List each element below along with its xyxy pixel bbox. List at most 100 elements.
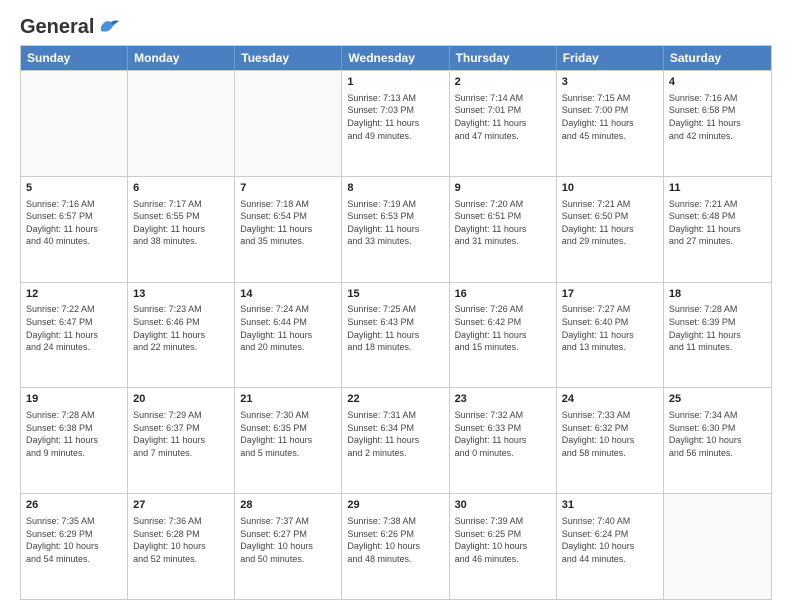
day-number: 25 [669,392,766,407]
day-info: Sunrise: 7:29 AM Sunset: 6:37 PM Dayligh… [133,409,229,459]
day-cell-2: 2Sunrise: 7:14 AM Sunset: 7:01 PM Daylig… [450,71,557,176]
day-number: 4 [669,75,766,90]
day-number: 21 [240,392,336,407]
day-number: 24 [562,392,658,407]
page: General SundayMondayTuesdayWednesdayThur… [0,0,792,612]
day-info: Sunrise: 7:13 AM Sunset: 7:03 PM Dayligh… [347,92,443,142]
day-number: 23 [455,392,551,407]
calendar-row-0: 1 Sunrise: 7:13 AM Sunset: 7:03 PM Daylig… [21,70,771,176]
day-info: Sunrise: 7:33 AM Sunset: 6:32 PM Dayligh… [562,409,658,459]
day-number: 5 [26,181,122,196]
day-cell-10: 10Sunrise: 7:21 AM Sunset: 6:50 PM Dayli… [557,177,664,282]
day-cell-28: 28 Sunrise: 7:37 AM Sunset: 6:27 PM Dayli… [235,494,342,599]
weekday-header-friday: Friday [557,46,664,70]
day-cell-24: 24 Sunrise: 7:33 AM Sunset: 6:32 PM Dayli… [557,388,664,493]
day-number: 12 [26,287,122,302]
day-number: 19 [26,392,122,407]
day-info: Sunrise: 7:30 AM Sunset: 6:35 PM Dayligh… [240,409,336,459]
day-number: 18 [669,287,766,302]
day-cell-4: 4 Sunrise: 7:16 AM Sunset: 6:58 PM Daylig… [664,71,771,176]
logo-bird-icon [97,17,119,35]
day-info: Sunrise: 7:23 AM Sunset: 6:46 PM Dayligh… [133,303,229,353]
day-cell-6: 6 Sunrise: 7:17 AM Sunset: 6:55 PM Daylig… [128,177,235,282]
day-info: Sunrise: 7:17 AM Sunset: 6:55 PM Dayligh… [133,198,229,248]
day-cell-17: 17Sunrise: 7:27 AM Sunset: 6:40 PM Dayli… [557,283,664,388]
day-cell-21: 21 Sunrise: 7:30 AM Sunset: 6:35 PM Dayli… [235,388,342,493]
calendar-header: SundayMondayTuesdayWednesdayThursdayFrid… [21,46,771,70]
day-cell-7: 7 Sunrise: 7:18 AM Sunset: 6:54 PM Daylig… [235,177,342,282]
day-cell-11: 11 Sunrise: 7:21 AM Sunset: 6:48 PM Dayli… [664,177,771,282]
day-number: 22 [347,392,443,407]
day-number: 20 [133,392,229,407]
day-info: Sunrise: 7:28 AM Sunset: 6:38 PM Dayligh… [26,409,122,459]
day-info: Sunrise: 7:37 AM Sunset: 6:27 PM Dayligh… [240,515,336,565]
day-number: 8 [347,181,443,196]
day-info: Sunrise: 7:25 AM Sunset: 6:43 PM Dayligh… [347,303,443,353]
day-info: Sunrise: 7:21 AM Sunset: 6:48 PM Dayligh… [669,198,766,248]
day-info: Sunrise: 7:34 AM Sunset: 6:30 PM Dayligh… [669,409,766,459]
day-number: 15 [347,287,443,302]
calendar-row-1: 5 Sunrise: 7:16 AM Sunset: 6:57 PM Daylig… [21,176,771,282]
calendar-row-3: 19 Sunrise: 7:28 AM Sunset: 6:38 PM Dayli… [21,387,771,493]
weekday-header-wednesday: Wednesday [342,46,449,70]
day-cell-15: 15Sunrise: 7:25 AM Sunset: 6:43 PM Dayli… [342,283,449,388]
day-number: 31 [562,498,658,513]
day-number: 29 [347,498,443,513]
day-number: 7 [240,181,336,196]
calendar-row-2: 12Sunrise: 7:22 AM Sunset: 6:47 PM Dayli… [21,282,771,388]
weekday-header-saturday: Saturday [664,46,771,70]
day-cell-1: 1 Sunrise: 7:13 AM Sunset: 7:03 PM Daylig… [342,71,449,176]
day-info: Sunrise: 7:32 AM Sunset: 6:33 PM Dayligh… [455,409,551,459]
day-number: 26 [26,498,122,513]
day-number: 6 [133,181,229,196]
day-number: 14 [240,287,336,302]
day-cell-30: 30Sunrise: 7:39 AM Sunset: 6:25 PM Dayli… [450,494,557,599]
day-cell-8: 8Sunrise: 7:19 AM Sunset: 6:53 PM Daylig… [342,177,449,282]
day-info: Sunrise: 7:16 AM Sunset: 6:57 PM Dayligh… [26,198,122,248]
weekday-header-thursday: Thursday [450,46,557,70]
day-cell-13: 13Sunrise: 7:23 AM Sunset: 6:46 PM Dayli… [128,283,235,388]
day-info: Sunrise: 7:26 AM Sunset: 6:42 PM Dayligh… [455,303,551,353]
day-info: Sunrise: 7:16 AM Sunset: 6:58 PM Dayligh… [669,92,766,142]
day-number: 30 [455,498,551,513]
day-number: 9 [455,181,551,196]
logo: General [20,16,119,35]
day-number: 10 [562,181,658,196]
day-cell-22: 22 Sunrise: 7:31 AM Sunset: 6:34 PM Dayli… [342,388,449,493]
day-info: Sunrise: 7:18 AM Sunset: 6:54 PM Dayligh… [240,198,336,248]
day-cell-26: 26 Sunrise: 7:35 AM Sunset: 6:29 PM Dayli… [21,494,128,599]
day-info: Sunrise: 7:20 AM Sunset: 6:51 PM Dayligh… [455,198,551,248]
day-info: Sunrise: 7:28 AM Sunset: 6:39 PM Dayligh… [669,303,766,353]
header: General [20,16,772,35]
day-number: 13 [133,287,229,302]
day-cell-14: 14Sunrise: 7:24 AM Sunset: 6:44 PM Dayli… [235,283,342,388]
day-number: 17 [562,287,658,302]
empty-cell-r0c0 [21,71,128,176]
day-number: 28 [240,498,336,513]
weekday-header-sunday: Sunday [21,46,128,70]
logo-general: General [20,16,94,39]
day-info: Sunrise: 7:31 AM Sunset: 6:34 PM Dayligh… [347,409,443,459]
day-cell-12: 12Sunrise: 7:22 AM Sunset: 6:47 PM Dayli… [21,283,128,388]
day-number: 11 [669,181,766,196]
day-number: 3 [562,75,658,90]
day-cell-19: 19 Sunrise: 7:28 AM Sunset: 6:38 PM Dayli… [21,388,128,493]
day-info: Sunrise: 7:35 AM Sunset: 6:29 PM Dayligh… [26,515,122,565]
day-info: Sunrise: 7:38 AM Sunset: 6:26 PM Dayligh… [347,515,443,565]
empty-cell-r0c2 [235,71,342,176]
day-number: 27 [133,498,229,513]
empty-cell-r0c1 [128,71,235,176]
day-number: 1 [347,75,443,90]
calendar-body: 1 Sunrise: 7:13 AM Sunset: 7:03 PM Daylig… [21,70,771,599]
calendar: SundayMondayTuesdayWednesdayThursdayFrid… [20,45,772,600]
day-number: 2 [455,75,551,90]
day-cell-25: 25 Sunrise: 7:34 AM Sunset: 6:30 PM Dayli… [664,388,771,493]
day-info: Sunrise: 7:24 AM Sunset: 6:44 PM Dayligh… [240,303,336,353]
weekday-header-monday: Monday [128,46,235,70]
day-cell-29: 29 Sunrise: 7:38 AM Sunset: 6:26 PM Dayli… [342,494,449,599]
day-cell-9: 9 Sunrise: 7:20 AM Sunset: 6:51 PM Daylig… [450,177,557,282]
day-cell-3: 3 Sunrise: 7:15 AM Sunset: 7:00 PM Daylig… [557,71,664,176]
day-info: Sunrise: 7:15 AM Sunset: 7:00 PM Dayligh… [562,92,658,142]
day-number: 16 [455,287,551,302]
day-cell-23: 23 Sunrise: 7:32 AM Sunset: 6:33 PM Dayli… [450,388,557,493]
